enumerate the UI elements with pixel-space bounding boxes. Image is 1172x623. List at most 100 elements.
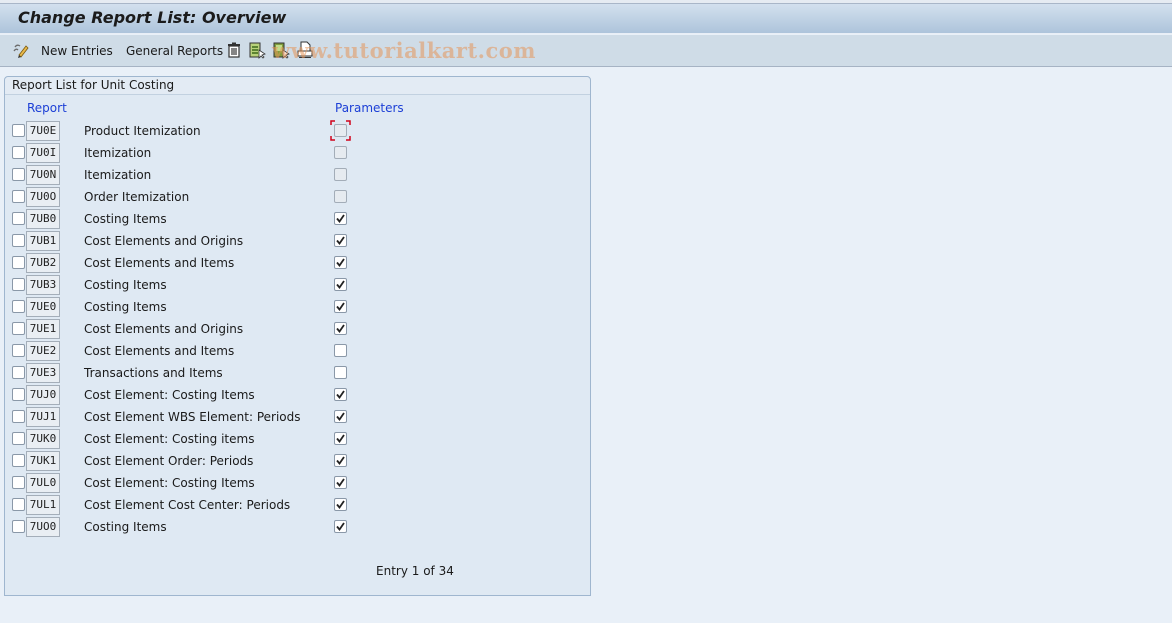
row-select-checkbox[interactable] (12, 146, 25, 159)
report-code-field[interactable]: 7UE1 (26, 319, 60, 339)
row-select-checkbox[interactable] (12, 124, 25, 137)
row-select-checkbox[interactable] (12, 476, 25, 489)
checkmark-icon (336, 280, 345, 289)
parameters-checkbox (334, 124, 347, 137)
row-select-checkbox[interactable] (12, 256, 25, 269)
report-description: Costing Items (84, 520, 167, 534)
table-row: 7U0N Itemization (5, 164, 590, 186)
report-description: Cost Elements and Origins (84, 234, 244, 248)
checkmark-icon (336, 412, 345, 421)
report-description: Cost Elements and Items (84, 344, 235, 358)
report-code-field[interactable]: 7UK0 (26, 429, 60, 449)
page-title: Change Report List: Overview (18, 8, 287, 27)
table-row: 7U0O Order Itemization (5, 186, 590, 208)
row-select-checkbox[interactable] (12, 344, 25, 357)
parameters-checkbox[interactable] (334, 520, 347, 533)
parameters-checkbox[interactable] (334, 278, 347, 291)
row-select-checkbox[interactable] (12, 168, 25, 181)
row-select-checkbox[interactable] (12, 300, 25, 313)
parameters-checkbox[interactable] (334, 476, 347, 489)
parameters-checkbox[interactable] (334, 256, 347, 269)
checkmark-icon (336, 434, 345, 443)
row-select-checkbox[interactable] (12, 388, 25, 401)
row-select-checkbox[interactable] (12, 498, 25, 511)
edit-toggle-icon[interactable] (12, 41, 30, 59)
table-row: 7UE3 Transactions and Items (5, 362, 590, 384)
parameters-checkbox (334, 146, 347, 159)
parameters-checkbox[interactable] (334, 432, 347, 445)
report-description: Costing Items (84, 278, 167, 292)
report-code-field[interactable]: 7UB1 (26, 231, 60, 251)
checkmark-icon (336, 478, 345, 487)
new-entries-button[interactable]: New Entries (41, 42, 113, 60)
watermark-text: www.tutorialkart.com (272, 38, 536, 63)
row-select-checkbox[interactable] (12, 520, 25, 533)
report-description: Transactions and Items (84, 366, 223, 380)
report-code-field[interactable]: 7UL1 (26, 495, 60, 515)
checkmark-icon (336, 522, 345, 531)
application-toolbar: New Entries General Reports (0, 35, 1172, 67)
table-row: 7UE2 Cost Elements and Items (5, 340, 590, 362)
parameters-checkbox[interactable] (334, 322, 347, 335)
table-row: 7UL1 Cost Element Cost Center: Periods (5, 494, 590, 516)
row-select-checkbox[interactable] (12, 454, 25, 467)
row-select-checkbox[interactable] (12, 278, 25, 291)
report-description: Costing Items (84, 300, 167, 314)
parameters-checkbox[interactable] (334, 454, 347, 467)
parameters-checkbox[interactable] (334, 498, 347, 511)
report-code-field[interactable]: 7UB2 (26, 253, 60, 273)
report-description: Cost Element: Costing Items (84, 476, 255, 490)
table-row: 7UE1 Cost Elements and Origins (5, 318, 590, 340)
report-description: Order Itemization (84, 190, 190, 204)
table-row: 7UB2 Cost Elements and Items (5, 252, 590, 274)
entry-status: Entry 1 of 34 (376, 564, 454, 578)
row-select-checkbox[interactable] (12, 410, 25, 423)
parameters-checkbox[interactable] (334, 410, 347, 423)
report-code-field[interactable]: 7U0O (26, 187, 60, 207)
checkmark-icon (336, 500, 345, 509)
row-select-checkbox[interactable] (12, 432, 25, 445)
table-row: 7UE0 Costing Items (5, 296, 590, 318)
parameters-checkbox[interactable] (334, 300, 347, 313)
table-row: 7UK1 Cost Element Order: Periods (5, 450, 590, 472)
parameters-checkbox[interactable] (334, 212, 347, 225)
report-code-field[interactable]: 7UJ0 (26, 385, 60, 405)
report-description: Cost Element Order: Periods (84, 454, 254, 468)
report-code-field[interactable]: 7UB3 (26, 275, 60, 295)
parameters-checkbox[interactable] (334, 388, 347, 401)
report-description: Cost Element Cost Center: Periods (84, 498, 291, 512)
table-row: 7UB3 Costing Items (5, 274, 590, 296)
report-code-field[interactable]: 7UJ1 (26, 407, 60, 427)
report-code-field[interactable]: 7UL0 (26, 473, 60, 493)
row-select-checkbox[interactable] (12, 190, 25, 203)
parameters-checkbox[interactable] (334, 344, 347, 357)
parameters-checkbox[interactable] (334, 234, 347, 247)
panel-title: Report List for Unit Costing (5, 77, 590, 95)
report-description: Cost Elements and Origins (84, 322, 244, 336)
report-description: Cost Element: Costing Items (84, 388, 255, 402)
report-code-field[interactable]: 7U0I (26, 143, 60, 163)
report-code-field[interactable]: 7UO0 (26, 517, 60, 537)
report-code-field[interactable]: 7UE2 (26, 341, 60, 361)
general-reports-button[interactable]: General Reports (126, 42, 223, 60)
table-row: 7U0E Product Itemization (5, 120, 590, 142)
checkmark-icon (336, 258, 345, 267)
row-select-checkbox[interactable] (12, 322, 25, 335)
select-all-icon[interactable] (248, 41, 266, 59)
parameters-checkbox[interactable] (334, 366, 347, 379)
row-select-checkbox[interactable] (12, 234, 25, 247)
report-description: Cost Element: Costing items (84, 432, 255, 446)
column-header-parameters[interactable]: Parameters (335, 101, 404, 115)
row-select-checkbox[interactable] (12, 212, 25, 225)
report-description: Itemization (84, 168, 152, 182)
report-code-field[interactable]: 7UK1 (26, 451, 60, 471)
report-description: Cost Elements and Items (84, 256, 235, 270)
row-select-checkbox[interactable] (12, 366, 25, 379)
delete-icon[interactable] (225, 41, 243, 59)
report-code-field[interactable]: 7UE0 (26, 297, 60, 317)
report-code-field[interactable]: 7U0E (26, 121, 60, 141)
report-code-field[interactable]: 7U0N (26, 165, 60, 185)
report-code-field[interactable]: 7UE3 (26, 363, 60, 383)
column-header-report[interactable]: Report (27, 101, 67, 115)
report-code-field[interactable]: 7UB0 (26, 209, 60, 229)
